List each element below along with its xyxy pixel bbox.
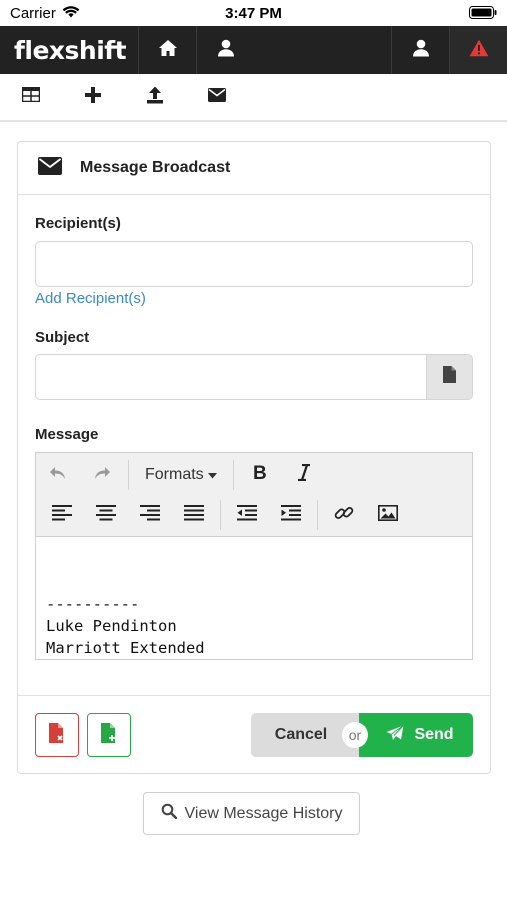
align-justify-button[interactable] (172, 498, 216, 532)
upload-button[interactable] (132, 77, 178, 117)
subject-label: Subject (35, 329, 90, 346)
signature-line: Marriott Extended (46, 639, 205, 657)
subject-field-group (35, 354, 473, 400)
cancel-label: Cancel (274, 726, 328, 743)
nav-profile-button[interactable] (196, 26, 254, 74)
nav-account-button[interactable] (391, 26, 449, 74)
search-icon (161, 803, 177, 824)
align-right-icon (140, 504, 160, 526)
insert-image-button[interactable] (366, 498, 410, 532)
add-button[interactable] (70, 77, 116, 117)
message-body[interactable]: ---------- Luke Pendinton Marriott Exten… (36, 537, 472, 659)
message-button[interactable] (194, 77, 240, 117)
table-view-button[interactable] (8, 77, 54, 117)
editor-toolbar: Formats B (36, 453, 472, 537)
send-label: Send (414, 726, 454, 743)
recipients-input[interactable] (35, 241, 473, 287)
italic-button[interactable] (282, 458, 326, 492)
nav-home-button[interactable] (138, 26, 196, 74)
status-bar: Carrier 3:47 PM (0, 0, 507, 26)
file-add-icon (101, 722, 117, 748)
signature-line: ---------- (46, 595, 140, 613)
table-icon (21, 86, 41, 107)
envelope-icon (208, 87, 226, 107)
plus-icon (85, 86, 101, 108)
upload-icon (146, 86, 164, 109)
bold-icon: B (253, 463, 267, 486)
editor-toolbar-row: Formats B (36, 455, 326, 495)
outdent-button[interactable] (225, 498, 269, 532)
caret-down-icon (207, 466, 217, 484)
align-left-button[interactable] (40, 498, 84, 532)
warning-icon (469, 39, 489, 62)
message-broadcast-panel: Message Broadcast Recipient(s) Add Recip… (17, 141, 491, 774)
action-toolbar (0, 74, 507, 122)
file-delete-icon (49, 722, 65, 748)
file-icon (443, 366, 456, 388)
align-center-icon (96, 504, 116, 526)
toolbar-separator (220, 500, 221, 530)
bold-button[interactable]: B (238, 458, 282, 492)
battery-icon (469, 6, 497, 23)
toolbar-separator (232, 460, 234, 490)
align-center-button[interactable] (84, 498, 128, 532)
link-icon (334, 503, 354, 528)
image-icon (378, 504, 398, 526)
envelope-icon (38, 156, 62, 180)
toolbar-separator (128, 460, 129, 490)
align-left-icon (52, 504, 72, 526)
or-badge: or (342, 722, 368, 748)
insert-link-button[interactable] (322, 498, 366, 532)
nav-alerts-button[interactable] (449, 26, 507, 74)
redo-icon (93, 465, 111, 486)
outdent-icon (237, 504, 257, 526)
user-icon (217, 39, 235, 62)
align-right-button[interactable] (128, 498, 172, 532)
panel-heading: Message Broadcast (18, 142, 490, 195)
view-history-button[interactable]: View Message History (143, 792, 360, 835)
add-recipients-link[interactable]: Add Recipient(s) (35, 290, 146, 307)
message-label: Message (35, 426, 99, 443)
message-editor: Formats B ---------- Luke Pendinton Marr… (35, 452, 473, 660)
brand-logo[interactable]: flexshift (0, 26, 138, 74)
user-icon (412, 39, 430, 62)
indent-button[interactable] (269, 498, 313, 532)
signature-line: Luke Pendinton (46, 617, 177, 635)
top-navbar: flexshift (0, 26, 507, 74)
indent-icon (281, 504, 301, 526)
save-draft-button[interactable] (87, 713, 131, 757)
undo-button[interactable] (36, 458, 80, 492)
discard-draft-button[interactable] (35, 713, 79, 757)
paper-plane-icon (386, 724, 405, 746)
panel-footer: Cancel Send or (18, 695, 490, 774)
send-button[interactable]: Send (359, 713, 473, 757)
toolbar-separator (317, 500, 318, 530)
clock: 3:47 PM (225, 5, 282, 22)
home-icon (158, 39, 178, 62)
panel-title: Message Broadcast (80, 159, 231, 176)
formats-label: Formats (145, 466, 204, 483)
subject-template-button[interactable] (426, 355, 472, 399)
send-button-group: Cancel Send or (251, 713, 473, 757)
subject-input[interactable] (36, 355, 426, 399)
italic-icon (297, 463, 311, 486)
formats-dropdown[interactable]: Formats (133, 458, 229, 492)
svg-text:B: B (253, 464, 267, 481)
history-label: View Message History (184, 804, 343, 822)
align-justify-icon (184, 504, 204, 526)
editor-toolbar-row (36, 495, 410, 535)
undo-icon (49, 465, 67, 486)
redo-button[interactable] (80, 458, 124, 492)
recipients-label: Recipient(s) (35, 215, 121, 232)
